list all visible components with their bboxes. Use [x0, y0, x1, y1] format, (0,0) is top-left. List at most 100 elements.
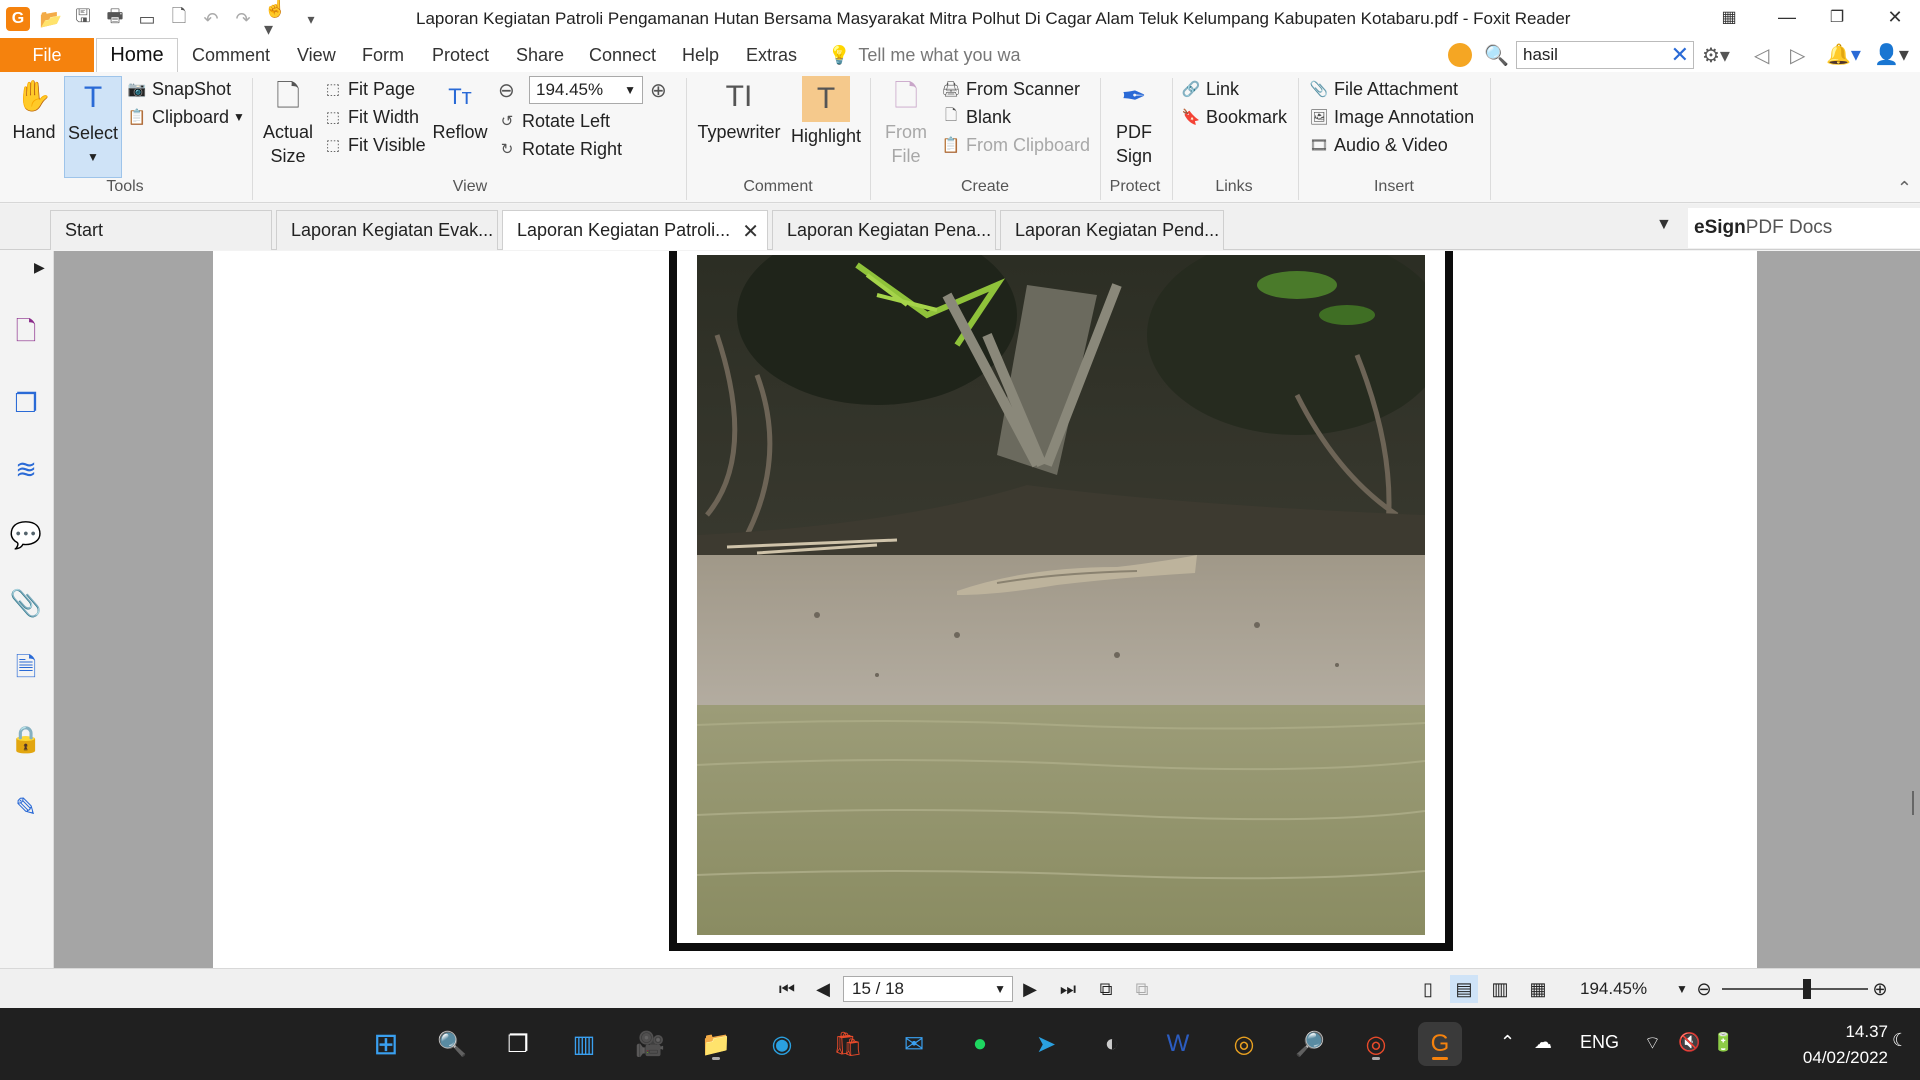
notification-bell-icon[interactable]: 🔔▾ — [1826, 42, 1861, 67]
search-input[interactable]: hasil ✕ — [1516, 41, 1694, 69]
task-view-icon[interactable]: ❐ — [496, 1022, 540, 1066]
fit-visible-button[interactable]: ⬚ Fit Visible — [322, 132, 426, 158]
audio-video-button[interactable]: 🎞 Audio & Video — [1308, 132, 1447, 158]
tab-view[interactable]: View — [297, 38, 336, 72]
spotify-icon[interactable]: ● — [958, 1022, 1002, 1066]
save-icon[interactable]: 🖫 — [70, 6, 96, 32]
ribbon-display-icon[interactable]: ▦ — [1704, 0, 1754, 34]
show-hidden-icons-icon[interactable]: ⌃ — [1500, 1032, 1515, 1053]
from-clipboard-button[interactable]: 📋 From Clipboard — [940, 132, 1090, 158]
attachments-panel-icon[interactable]: 📎 — [8, 585, 44, 621]
doc-tab[interactable]: Laporan Kegiatan Pena... — [772, 210, 996, 250]
redo-icon[interactable]: ↷ — [230, 6, 256, 32]
expand-panel-icon[interactable]: ▶ — [34, 259, 45, 276]
foxit-reader-taskbar-icon[interactable]: G — [1418, 1022, 1462, 1066]
continuous-page-icon[interactable]: ▤ — [1450, 975, 1478, 1003]
next-view-icon[interactable]: ⧉ — [1128, 975, 1156, 1003]
doc-tab-active[interactable]: Laporan Kegiatan Patroli... ✕ — [502, 210, 768, 250]
chrome-icon[interactable]: ◎ — [1222, 1022, 1266, 1066]
zoom-in-icon[interactable]: ⊕ — [650, 78, 667, 103]
next-result-icon[interactable]: ▷ — [1790, 43, 1805, 68]
layers-panel-icon[interactable]: ≋ — [8, 451, 44, 487]
previous-page-icon[interactable]: ◀ — [809, 975, 837, 1003]
previous-view-icon[interactable]: ⧉ — [1092, 975, 1120, 1003]
language-indicator[interactable]: ENG — [1580, 1032, 1619, 1053]
sign-tools-panel-icon[interactable]: ✎ — [8, 789, 44, 825]
tab-comment[interactable]: Comment — [192, 38, 270, 72]
zoom-status-value[interactable]: 194.45% — [1580, 979, 1647, 999]
tab-extras[interactable]: Extras — [746, 38, 797, 72]
widgets-icon[interactable]: ▥ — [562, 1022, 606, 1066]
mail-icon[interactable]: ✉ — [892, 1022, 936, 1066]
clear-search-icon[interactable]: ✕ — [1671, 43, 1689, 67]
fit-page-button[interactable]: ⬚ Fit Page — [322, 76, 415, 102]
rotate-right-button[interactable]: ↻ Rotate Right — [496, 136, 622, 162]
tab-form[interactable]: Form — [362, 38, 404, 72]
restore-button[interactable]: ❐ — [1812, 0, 1862, 34]
link-button[interactable]: 🔗 Link — [1180, 76, 1239, 102]
tab-protect[interactable]: Protect — [432, 38, 489, 72]
fit-width-button[interactable]: ⬚ Fit Width — [322, 104, 419, 130]
scan-icon[interactable]: ▭ — [134, 6, 160, 32]
single-page-icon[interactable]: ▯ — [1414, 975, 1442, 1003]
hand-tool-button[interactable]: ✋ Hand — [6, 76, 62, 144]
bookmarks-panel-icon[interactable]: 🗋 — [8, 316, 44, 353]
comments-panel-icon[interactable]: 💬 — [8, 517, 44, 553]
esign-pdf-docs-banner[interactable]: eSign PDF Docs — [1688, 208, 1920, 248]
blank-button[interactable]: 🗋 Blank — [940, 104, 1011, 130]
document-view[interactable] — [54, 251, 1920, 968]
close-window-button[interactable]: ✕ — [1870, 0, 1920, 34]
open-folder-icon[interactable]: 📂 — [38, 6, 64, 32]
page-number-input[interactable]: 15 / 18 ▼ — [843, 976, 1013, 1002]
hand-tool-dropdown-icon[interactable]: ☝▾ — [264, 0, 290, 39]
rotate-left-button[interactable]: ↺ Rotate Left — [496, 108, 610, 134]
minimize-button[interactable]: — — [1762, 0, 1812, 34]
clock-date[interactable]: 04/02/2022 — [1760, 1048, 1888, 1068]
security-panel-icon[interactable]: 🔒 — [8, 721, 44, 757]
doc-tab[interactable]: Laporan Kegiatan Pend... — [1000, 210, 1224, 250]
clipboard-button[interactable]: 📋 Clipboard ▼ — [126, 104, 245, 130]
snapshot-button[interactable]: 📷 SnapShot — [126, 76, 231, 102]
smiley-feedback-icon[interactable] — [1448, 43, 1472, 67]
wifi-icon[interactable]: ⌔ — [1644, 1032, 1661, 1055]
customize-quick-access-icon[interactable]: ▾ — [298, 6, 324, 32]
undo-icon[interactable]: ↶ — [198, 6, 224, 32]
zoom-slider-thumb[interactable] — [1802, 979, 1811, 999]
highlight-button[interactable]: T Highlight — [786, 76, 866, 148]
clock-time[interactable]: 14.37 — [1812, 1022, 1888, 1042]
facing-pages-icon[interactable]: ▥ — [1486, 975, 1514, 1003]
actual-size-button[interactable]: 🗋 Actual Size — [258, 76, 318, 168]
foxit-logo-icon[interactable]: G — [6, 7, 30, 31]
image-annotation-button[interactable]: 🖼 Image Annotation — [1308, 104, 1474, 130]
tab-connect[interactable]: Connect — [589, 38, 656, 72]
first-page-icon[interactable]: ⏮ — [773, 975, 801, 1003]
from-file-button[interactable]: 🗋 From File — [876, 76, 936, 168]
print-icon[interactable]: 🖶 — [102, 6, 128, 32]
find-icon[interactable]: 🔍 — [1484, 43, 1509, 68]
proton-vpn-icon[interactable]: ◐ — [1090, 1022, 1134, 1066]
pages-panel-icon[interactable]: ❐ — [8, 385, 44, 421]
volume-muted-icon[interactable]: 🔇 — [1678, 1032, 1700, 1053]
file-attachment-button[interactable]: 📎 File Attachment — [1308, 76, 1458, 102]
collapse-ribbon-icon[interactable]: ⌃ — [1897, 178, 1912, 199]
user-account-icon[interactable]: 👤▾ — [1874, 42, 1909, 67]
focus-assist-moon-icon[interactable]: ☾ — [1892, 1030, 1908, 1051]
search-taskbar-icon[interactable]: 🔍 — [430, 1022, 474, 1066]
last-page-icon[interactable]: ⏭ — [1054, 975, 1082, 1003]
tabs-dropdown-icon[interactable]: ▼ — [1656, 216, 1672, 234]
teams-chat-icon[interactable]: 🎥 — [628, 1022, 672, 1066]
pdf-sign-button[interactable]: ✒ PDF Sign — [1106, 76, 1162, 168]
zoom-slider[interactable] — [1722, 988, 1868, 990]
doc-tab[interactable]: Laporan Kegiatan Evak... — [276, 210, 498, 250]
previous-result-icon[interactable]: ◁ — [1754, 43, 1769, 68]
select-tool-button[interactable]: T Select ▼ — [64, 76, 122, 178]
bookmark-button[interactable]: 🔖 Bookmark — [1180, 104, 1287, 130]
new-document-icon[interactable]: 🗋 — [166, 6, 192, 32]
tell-me-search[interactable]: 💡 Tell me what you wa — [828, 38, 1021, 72]
microsoft-store-icon[interactable]: 🛍 — [826, 1022, 870, 1066]
typewriter-button[interactable]: TI Typewriter — [694, 76, 784, 144]
file-menu-button[interactable]: File — [0, 38, 94, 72]
scrollbar-thumb[interactable] — [1912, 791, 1914, 815]
zoom-out-status-icon[interactable]: ⊖ — [1690, 975, 1718, 1003]
start-menu-icon[interactable]: ⊞ — [364, 1022, 408, 1066]
